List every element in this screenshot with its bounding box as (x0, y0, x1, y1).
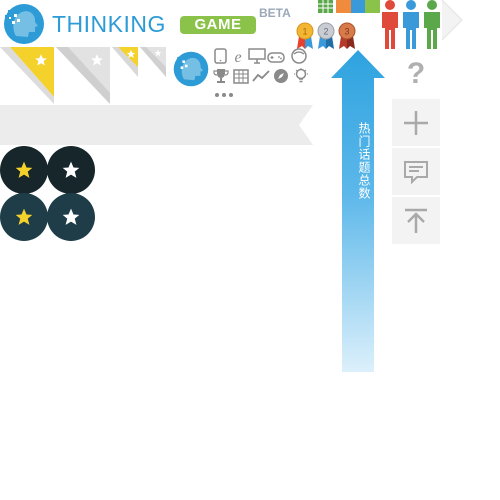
svg-text:3: 3 (344, 27, 349, 37)
banner-notch (299, 105, 313, 145)
star-button-gold-teal[interactable] (0, 193, 48, 241)
gold-star-icon (15, 161, 33, 178)
blue-square-icon[interactable] (351, 0, 366, 13)
plus-icon (404, 110, 428, 135)
back-to-top-icon (405, 208, 427, 233)
logo-text-game: GAME (180, 16, 256, 34)
help-button[interactable]: ? (392, 50, 440, 97)
card-star-icon[interactable] (126, 49, 136, 59)
logo-head-icon (4, 4, 44, 44)
gamepad-icon[interactable] (267, 48, 285, 64)
star-button-white-teal[interactable] (47, 193, 95, 241)
corner-chevron-icon[interactable] (440, 0, 464, 40)
orange-square-icon[interactable] (336, 0, 351, 13)
lime-square-icon[interactable] (365, 0, 380, 13)
monitor-icon[interactable] (248, 48, 266, 64)
hot-topics-arrow (331, 50, 385, 372)
star-button-white-dark[interactable] (47, 146, 95, 194)
card-star-icon[interactable] (90, 53, 104, 67)
red-person-icon[interactable] (380, 0, 400, 50)
beta-badge: BETA (259, 6, 291, 20)
svg-text:2: 2 (323, 27, 328, 37)
card-star-icon[interactable] (154, 49, 162, 57)
green-grid-icon[interactable] (318, 0, 333, 13)
ie-browser-icon[interactable]: e (229, 48, 247, 64)
comment-button[interactable] (392, 148, 440, 195)
more-dots-icon[interactable] (214, 92, 234, 98)
card-star-icon[interactable] (34, 53, 48, 67)
building-icon[interactable] (232, 68, 250, 84)
logo-head-small-icon (173, 51, 209, 87)
gray-banner (0, 105, 313, 145)
face-icon[interactable] (290, 48, 308, 64)
compass-icon[interactable] (272, 68, 290, 84)
svg-text:e: e (234, 49, 241, 64)
trophy-icon[interactable] (212, 68, 230, 84)
folded-card-strip (0, 47, 166, 104)
gold-star-icon (15, 208, 33, 225)
add-button[interactable] (392, 99, 440, 146)
tablet-icon[interactable] (212, 48, 230, 64)
lightbulb-icon[interactable] (292, 68, 310, 84)
green-person-icon[interactable] (422, 0, 442, 50)
hot-topics-label: 热门话题总数 (357, 122, 371, 200)
svg-text:1: 1 (302, 27, 307, 37)
bronze-medal-icon: 3 (338, 22, 356, 49)
silver-medal-icon: 2 (317, 22, 335, 49)
gold-medal-icon: 1 (296, 22, 314, 49)
blue-person-icon[interactable] (401, 0, 421, 50)
white-star-icon (62, 208, 80, 225)
trend-chart-icon[interactable] (252, 68, 270, 84)
white-star-icon (62, 161, 80, 178)
comment-icon (404, 160, 428, 184)
logo-text-thinking: THINKING (52, 11, 166, 37)
star-button-gold-dark[interactable] (0, 146, 48, 194)
category-icon-grid: e (212, 48, 312, 100)
back-to-top-button[interactable] (392, 197, 440, 244)
